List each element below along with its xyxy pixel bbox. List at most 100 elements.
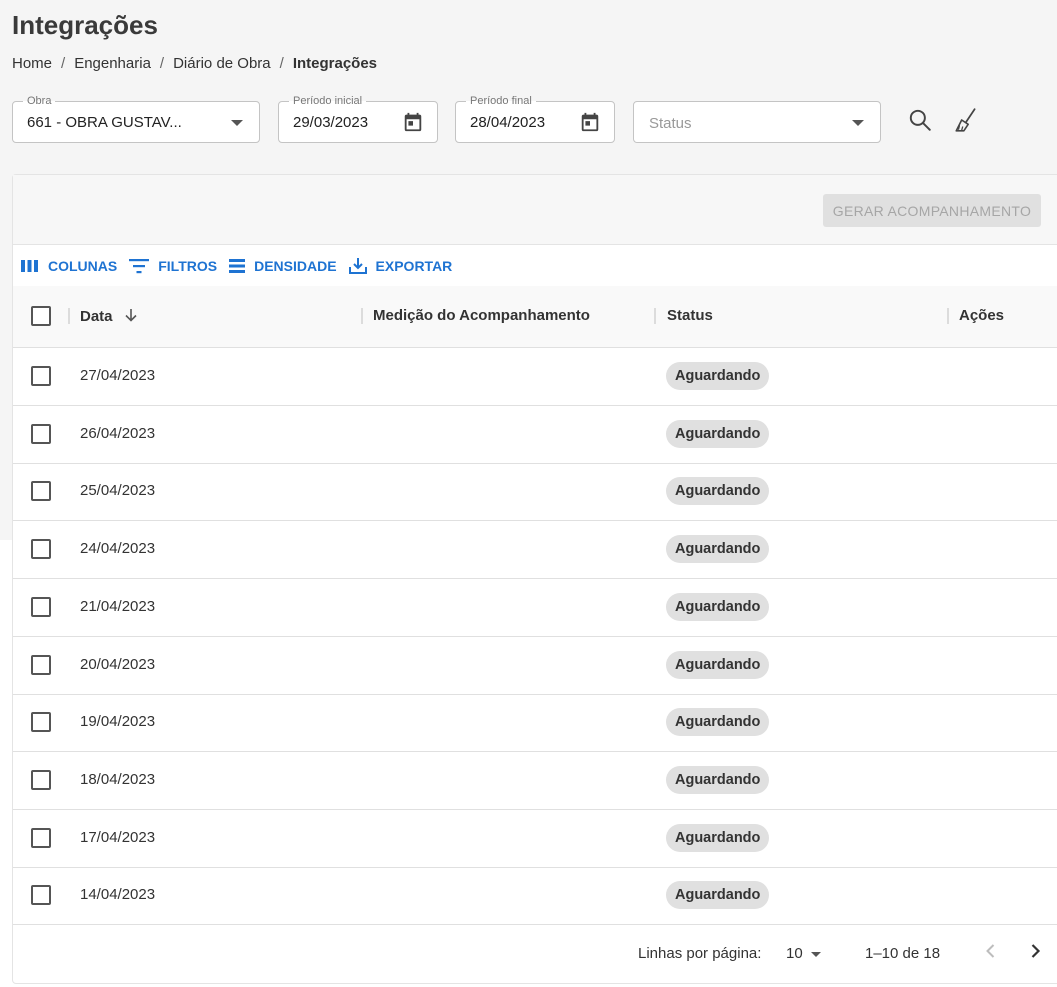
chevron-right-icon[interactable] xyxy=(1025,941,1045,961)
row-date: 20/04/2023 xyxy=(80,655,156,673)
periodo-final-value: 28/04/2023 xyxy=(470,114,546,131)
row-date: 25/04/2023 xyxy=(80,482,156,500)
row-date: 19/04/2023 xyxy=(80,713,156,731)
chevron-left-icon[interactable] xyxy=(981,941,1001,961)
status-badge: Aguardando xyxy=(666,419,770,448)
breadcrumb-current: Integrações xyxy=(292,55,378,72)
table-row[interactable]: 26/04/2023 Aguardando xyxy=(13,406,1057,464)
download-icon xyxy=(348,258,367,274)
export-button[interactable]: EXPORTAR xyxy=(348,257,453,274)
table-row[interactable]: 27/04/2023 Aguardando xyxy=(13,348,1057,406)
select-all-checkbox[interactable] xyxy=(31,306,51,326)
row-date: 26/04/2023 xyxy=(80,424,156,442)
density-icon xyxy=(229,258,246,273)
table-row[interactable]: 25/04/2023 Aguardando xyxy=(13,463,1057,522)
table-row[interactable]: 24/04/2023 Aguardando xyxy=(13,521,1057,580)
table-row[interactable]: 18/04/2023 Aguardando xyxy=(13,752,1057,810)
row-date: 18/04/2023 xyxy=(80,770,156,788)
row-checkbox[interactable] xyxy=(31,596,51,617)
row-date: 24/04/2023 xyxy=(80,540,156,558)
density-label: DENSIDADE xyxy=(254,257,337,274)
filters-label: FILTROS xyxy=(158,257,218,274)
table-row[interactable]: 21/04/2023 Aguardando xyxy=(13,579,1057,637)
columns-icon xyxy=(21,259,38,272)
status-badge: Aguardando xyxy=(666,477,770,506)
table-row[interactable]: 14/04/2023 Aguardando xyxy=(13,867,1057,926)
density-button[interactable]: DENSIDADE xyxy=(229,257,337,274)
row-checkbox[interactable] xyxy=(31,712,51,733)
page-title: Integrações xyxy=(12,10,158,40)
periodo-inicial-value: 29/03/2023 xyxy=(293,114,369,131)
status-badge: Aguardando xyxy=(666,765,770,794)
row-checkbox[interactable] xyxy=(31,654,51,675)
search-icon[interactable] xyxy=(907,107,933,133)
column-separator[interactable] xyxy=(361,308,363,324)
export-label: EXPORTAR xyxy=(375,257,453,274)
breadcrumb-engenharia[interactable]: Engenharia xyxy=(74,55,151,72)
filter-icon xyxy=(129,258,150,273)
rows-per-page-select[interactable]: 10 xyxy=(786,945,803,962)
chevron-down-icon[interactable] xyxy=(231,120,243,126)
column-separator[interactable] xyxy=(947,308,949,324)
columns-button[interactable]: COLUNAS xyxy=(21,258,117,274)
row-date: 14/04/2023 xyxy=(80,886,156,904)
table-header: Data Medição do Acompanhamento Status Aç… xyxy=(13,286,1057,348)
obra-select[interactable]: Obra 661 - OBRA GUSTAV... xyxy=(12,94,260,143)
arrow-down-icon[interactable] xyxy=(123,307,139,323)
row-checkbox[interactable] xyxy=(31,481,51,502)
row-date: 21/04/2023 xyxy=(80,597,156,615)
pagination-range: 1–10 de 18 xyxy=(865,945,941,962)
status-select[interactable]: Status xyxy=(633,101,881,143)
table-row[interactable]: 19/04/2023 Aguardando xyxy=(13,694,1057,753)
filters-button[interactable]: FILTROS xyxy=(129,258,217,274)
table-row[interactable]: 20/04/2023 Aguardando xyxy=(13,637,1057,695)
row-checkbox[interactable] xyxy=(31,885,51,906)
periodo-inicial-field[interactable]: Período inicial 29/03/2023 xyxy=(278,94,438,143)
periodo-inicial-label: Período inicial xyxy=(289,94,367,108)
column-header-medicao[interactable]: Medição do Acompanhamento xyxy=(373,307,590,324)
rows-per-page-label: Linhas por página: xyxy=(638,945,762,962)
chevron-down-icon[interactable] xyxy=(852,120,864,126)
row-checkbox[interactable] xyxy=(31,366,51,386)
columns-label: COLUNAS xyxy=(48,257,118,274)
breadcrumb-separator: / xyxy=(61,55,66,72)
row-date: 17/04/2023 xyxy=(80,828,156,846)
column-header-status[interactable]: Status xyxy=(667,307,713,324)
row-date: 27/04/2023 xyxy=(80,367,156,384)
status-placeholder: Status xyxy=(649,115,692,132)
status-badge: Aguardando xyxy=(666,592,770,621)
status-badge: Aguardando xyxy=(666,650,770,679)
chevron-down-icon[interactable] xyxy=(811,952,821,957)
status-badge: Aguardando xyxy=(666,823,770,852)
status-badge: Aguardando xyxy=(666,881,770,910)
column-separator[interactable] xyxy=(68,308,70,324)
card-header: GERAR ACOMPANHAMENTO xyxy=(13,175,1057,245)
breadcrumb-diario-de-obra[interactable]: Diário de Obra xyxy=(173,55,271,72)
row-checkbox[interactable] xyxy=(31,423,51,444)
obra-label: Obra xyxy=(23,94,56,108)
status-badge: Aguardando xyxy=(666,708,770,737)
status-badge: Aguardando xyxy=(666,362,770,390)
breadcrumb-separator: / xyxy=(159,55,165,72)
row-checkbox[interactable] xyxy=(31,769,51,790)
column-header-data-label: Data xyxy=(80,308,113,325)
data-grid-card: GERAR ACOMPANHAMENTO COLUNAS FILTROS DEN… xyxy=(12,174,1057,984)
pagination: Linhas por página: 10 1–10 de 18 xyxy=(13,925,1057,983)
calendar-icon[interactable] xyxy=(402,111,424,133)
column-separator[interactable] xyxy=(654,308,656,324)
table-row[interactable]: 17/04/2023 Aguardando xyxy=(13,810,1057,868)
grid-toolbar: COLUNAS FILTROS DENSIDADE EXPORTAR xyxy=(21,257,464,274)
status-badge: Aguardando xyxy=(666,535,770,564)
column-header-acoes[interactable]: Ações xyxy=(959,307,1004,324)
calendar-icon[interactable] xyxy=(579,111,601,133)
row-checkbox[interactable] xyxy=(31,539,51,560)
breadcrumb-home[interactable]: Home xyxy=(12,55,52,72)
broom-icon[interactable] xyxy=(953,107,979,133)
breadcrumb-separator: / xyxy=(279,55,284,72)
gerar-acompanhamento-button[interactable]: GERAR ACOMPANHAMENTO xyxy=(823,194,1041,227)
row-checkbox[interactable] xyxy=(31,827,51,848)
column-header-data[interactable]: Data xyxy=(80,307,139,325)
obra-value: 661 - OBRA GUSTAV... xyxy=(27,114,182,131)
periodo-final-field[interactable]: Período final 28/04/2023 xyxy=(455,94,615,143)
periodo-final-label: Período final xyxy=(466,94,536,108)
